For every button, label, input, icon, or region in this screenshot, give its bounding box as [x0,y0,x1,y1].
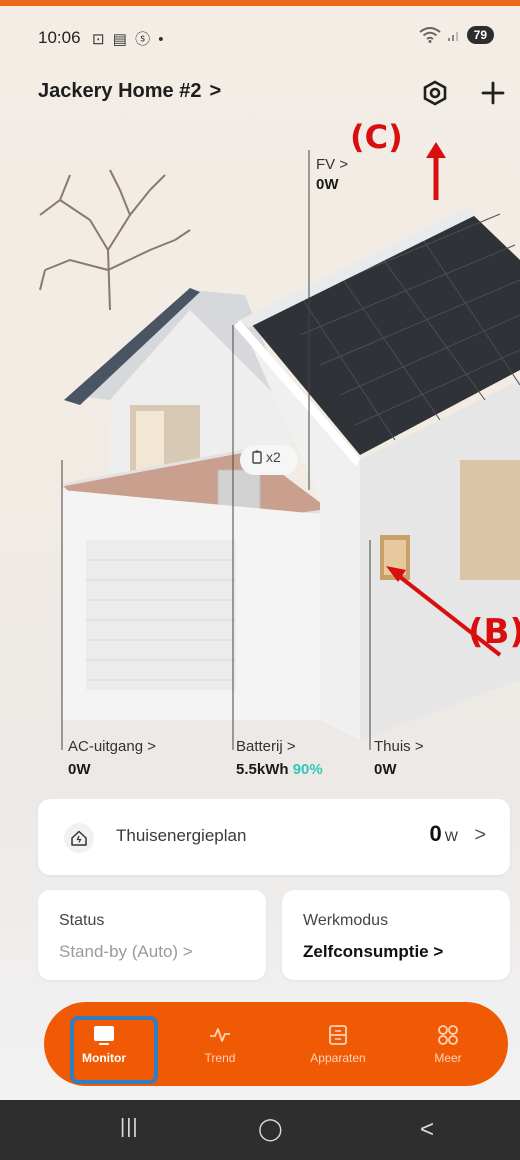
notification-icons: ⊡ ▤ ⓢ • [92,31,166,48]
pv-value: 0W [316,176,339,193]
energy-plan-value-group: 0W [430,821,458,847]
battery-icon [252,450,262,464]
battery-badge: 79 [466,26,494,44]
energy-plan-label: Thuisenergieplan [116,826,247,845]
chevron-right-icon: > [209,80,222,102]
annotation-b: (B) [468,612,520,652]
work-mode-value: Zelfconsumptie > [303,942,444,961]
status-time: 10:06 [38,28,81,47]
tab-devices-label: Apparaten [310,1051,366,1065]
ac-output-label[interactable]: AC-uitgang > [68,738,156,755]
tree-drawing [39,169,191,311]
status-bar: 10:06 ⊡ ▤ ⓢ • 79 [0,14,520,58]
battery-percent: 90% [292,761,323,778]
signal-icon [447,32,458,41]
tab-more-label: Meer [434,1051,462,1065]
status-right-group: 79 [419,26,494,44]
settings-button[interactable] [418,76,452,110]
home-label[interactable]: Thuis > [374,738,424,755]
battery-count: x2 [266,449,281,465]
status-card[interactable]: Status Stand-by (Auto) > [38,890,266,980]
status-value: Stand-by (Auto) > [59,942,193,961]
work-mode-title: Werkmodus [303,912,389,929]
ac-output-value: 0W [68,761,91,778]
home-plan-icon [64,823,94,853]
chevron-right-icon: > [474,824,486,846]
devices-icon [329,1025,347,1045]
energy-plan-unit: W [444,828,458,844]
home-button[interactable]: ◯ [258,1116,283,1142]
battery-label[interactable]: Batterij > [236,738,296,755]
wifi-icon [419,27,441,43]
more-icon [438,1025,458,1045]
energy-plan-card[interactable]: Thuisenergieplan 0W > [38,799,510,875]
battery-value: 5.5kWh 90% [236,761,323,778]
settings-hex-icon [423,80,447,106]
home-selector[interactable]: Jackery Home #2 > [38,80,221,103]
plus-icon [481,81,505,105]
energy-plan-value: 0 [429,821,442,846]
pv-label[interactable]: FV > [316,156,348,173]
add-button[interactable] [476,76,510,110]
tab-more[interactable]: Meer [398,1002,498,1086]
work-mode-card[interactable]: Werkmodus Zelfconsumptie > [282,890,510,980]
battery-count-chip[interactable]: x2 [252,449,281,465]
tab-trend-label: Trend [204,1051,236,1065]
trend-icon [210,1028,230,1042]
battery-energy: 5.5kWh [236,761,289,778]
annotation-highlight-box [70,1016,158,1084]
home-value: 0W [374,761,397,778]
tab-devices[interactable]: Apparaten [288,1002,388,1086]
system-nav-bar: ||| ◯ < [0,1100,520,1160]
status-title: Status [59,912,105,929]
back-button[interactable]: < [420,1116,434,1144]
home-title: Jackery Home #2 [38,80,202,102]
tab-trend[interactable]: Trend [170,1002,270,1086]
recents-button[interactable]: ||| [120,1116,139,1139]
